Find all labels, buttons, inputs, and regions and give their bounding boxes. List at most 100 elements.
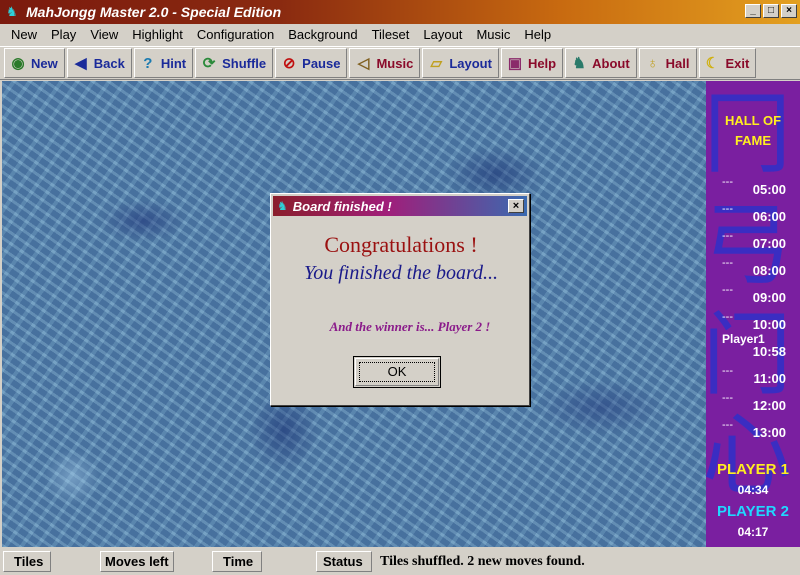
hof-name: --- <box>722 392 733 404</box>
player2-label: PLAYER 2 <box>717 503 789 520</box>
hof-entry: --- 06:00 <box>706 203 800 230</box>
back-arrow-icon: ◀ <box>74 55 87 72</box>
moves-left-value <box>176 551 208 572</box>
status-bar: Tiles Moves left Time Status Tiles shuff… <box>0 548 800 575</box>
hof-entry: --- 05:00 <box>706 176 800 203</box>
tiles-value <box>53 551 96 572</box>
status-message: Tiles shuffled. 2 new moves found. <box>380 553 585 569</box>
music-button[interactable]: ◁ Music <box>349 48 421 78</box>
window-controls: _ □ × <box>745 4 797 18</box>
hall-label: Hall <box>665 55 690 71</box>
back-button[interactable]: ◀ Back <box>66 48 132 78</box>
hof-entry: --- 09:00 <box>706 284 800 311</box>
tiles-button[interactable]: Tiles <box>3 551 51 572</box>
menu-play[interactable]: Play <box>44 27 83 42</box>
shuffle-button[interactable]: ⟳ Shuffle <box>195 48 274 78</box>
music-label: Music <box>376 55 414 71</box>
layout-label: Layout <box>449 55 492 71</box>
menu-tileset[interactable]: Tileset <box>365 27 417 42</box>
dialog-title: Board finished ! <box>292 198 392 214</box>
help-label: Help <box>527 55 557 71</box>
question-icon: ? <box>143 54 153 72</box>
folder-icon: ▱ <box>430 55 443 72</box>
winner-text: And the winner is... Player 2 ! <box>329 319 491 334</box>
hof-time: 13:00 <box>752 425 786 440</box>
exit-label: Exit <box>725 55 750 71</box>
menu-music[interactable]: Music <box>469 27 517 42</box>
hof-time: 07:00 <box>752 236 786 251</box>
hof-name: --- <box>722 176 733 188</box>
hof-name: --- <box>722 419 733 431</box>
menu-layout[interactable]: Layout <box>416 27 469 42</box>
player2-time: 04:17 <box>737 525 769 539</box>
pause-label: Pause <box>302 55 341 71</box>
lightbulb-icon: ♁ <box>647 54 659 72</box>
time-button[interactable]: Time <box>212 551 262 572</box>
hall-of-fame-title: HALL OF FAME <box>706 111 800 151</box>
hint-label: Hint <box>160 55 187 71</box>
menu-bar: New Play View Highlight Configuration Ba… <box>0 24 800 45</box>
player1-label: PLAYER 1 <box>717 461 789 478</box>
dialog-close-button[interactable]: × <box>508 199 524 213</box>
player1-time: 04:34 <box>737 483 769 497</box>
menu-background[interactable]: Background <box>281 27 364 42</box>
exit-button[interactable]: ☾ Exit <box>698 48 757 78</box>
figure-icon: ♞ <box>572 55 586 72</box>
hof-time: 10:58 <box>752 344 786 359</box>
menu-help[interactable]: Help <box>517 27 558 42</box>
help-button[interactable]: ▣ Help <box>500 48 564 78</box>
hof-time: 10:00 <box>752 317 786 332</box>
dialog-title-bar: ♞ Board finished ! <box>273 196 527 216</box>
menu-configuration[interactable]: Configuration <box>190 27 281 42</box>
hof-title-line2: FAME <box>734 133 772 148</box>
hof-name: --- <box>722 257 733 269</box>
about-label: About <box>592 55 630 71</box>
board-finished-dialog: ♞ Board finished ! × Congratulations ! Y… <box>270 193 530 406</box>
finished-text: You finished the board... <box>303 262 499 284</box>
hof-time: 08:00 <box>752 263 786 278</box>
window-title: MahJongg Master 2.0 - Special Edition <box>26 4 282 20</box>
new-label: New <box>31 55 58 71</box>
hof-entry: --- 11:00 <box>706 365 800 392</box>
hof-name: --- <box>722 230 733 242</box>
hof-time: 09:00 <box>752 290 786 305</box>
hof-entry: --- 07:00 <box>706 230 800 257</box>
maximize-button[interactable]: □ <box>763 4 779 18</box>
app-figure-icon: ♞ <box>6 4 18 19</box>
hof-name: --- <box>722 311 733 323</box>
book-icon: ▣ <box>507 55 523 72</box>
back-label: Back <box>93 55 125 71</box>
hof-entry: --- 13:00 <box>706 419 800 446</box>
about-button[interactable]: ♞ About <box>565 48 637 78</box>
menu-highlight[interactable]: Highlight <box>125 27 190 42</box>
ok-button[interactable]: OK <box>353 356 441 388</box>
hof-time: 05:00 <box>752 182 786 197</box>
hof-entry: --- 08:00 <box>706 257 800 284</box>
pause-button[interactable]: ⊘ Pause <box>275 48 348 78</box>
moon-icon: ☾ <box>705 55 720 72</box>
hof-entry: Player1 10:58 <box>706 332 800 365</box>
hall-of-fame-panel: ⼌ ⼸ ⻔ ⼼ HALL OF FAME --- 05:00 --- 06:00… <box>706 81 800 547</box>
menu-view[interactable]: View <box>83 27 125 42</box>
app-figure-icon: ♞ <box>277 199 288 213</box>
hall-button[interactable]: ♁ Hall <box>638 48 697 78</box>
close-button[interactable]: × <box>781 4 797 18</box>
moves-left-button[interactable]: Moves left <box>100 551 174 572</box>
hof-title-line1: HALL OF <box>724 113 782 128</box>
hint-button[interactable]: ? Hint <box>133 48 194 78</box>
new-button[interactable]: ◉ New <box>4 48 65 78</box>
hof-name: --- <box>722 203 733 215</box>
title-bar: ♞ MahJongg Master 2.0 - Special Edition … <box>0 0 800 24</box>
shuffle-icon: ⟳ <box>202 55 216 72</box>
time-value <box>264 551 312 572</box>
layout-button[interactable]: ▱ Layout <box>422 48 499 78</box>
new-game-icon: ◉ <box>11 55 25 72</box>
hof-entry: --- 12:00 <box>706 392 800 419</box>
hof-time: 06:00 <box>752 209 786 224</box>
minimize-button[interactable]: _ <box>745 4 761 18</box>
menu-new[interactable]: New <box>4 27 44 42</box>
toolbar: ◉ New ◀ Back ? Hint ⟳ Shuffle ⊘ Pause ◁ … <box>0 46 800 80</box>
shuffle-label: Shuffle <box>222 55 267 71</box>
hof-name: --- <box>722 284 733 296</box>
status-button[interactable]: Status <box>316 551 372 572</box>
